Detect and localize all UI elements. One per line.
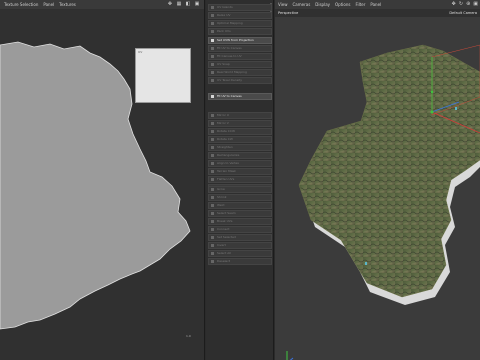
tool-button[interactable]: Fit UV to Canvas	[208, 93, 272, 100]
viewport-menu-cameras[interactable]: Cameras	[293, 2, 311, 7]
grid-icon[interactable]: ▦	[176, 1, 182, 7]
zoom-icon[interactable]: ⊕	[466, 1, 470, 7]
layout-icon[interactable]: ▣	[194, 1, 200, 7]
move-icon[interactable]: ✥	[167, 1, 173, 7]
gizmo-center[interactable]	[430, 110, 434, 114]
tool-button[interactable]: Terrain Mask	[208, 168, 272, 175]
tool-button[interactable]: Break UVs	[208, 218, 272, 225]
tool-button[interactable]: Shrink	[208, 194, 272, 201]
uv-texture-thumbnail: UV	[135, 48, 191, 103]
tool-button[interactable]: Optimal Mapping	[208, 20, 272, 27]
terrain-marker	[365, 262, 367, 265]
tool-button[interactable]: Set Selected	[208, 234, 272, 241]
tool-group-canvas: Fit UV to Canvas	[208, 93, 272, 101]
uv-toolbar: ✥ ▦ ◧ ▣	[167, 1, 200, 7]
tool-button[interactable]: Select All	[208, 250, 272, 257]
tool-button[interactable]: Rotate CW	[208, 136, 272, 143]
tool-button[interactable]: Grow	[208, 186, 272, 193]
tool-button[interactable]: UV Islands	[208, 4, 272, 11]
viewport-nav-icons: ✥ ↻ ⊕ ▣	[452, 1, 478, 7]
uv-canvas[interactable]: UV 1.0	[0, 9, 204, 360]
gizmo-handle[interactable]	[430, 90, 434, 94]
viewport-menubar: View Cameras Display Options Filter Pane…	[275, 0, 480, 9]
tool-group-projection: Set UVW from Projection Fit UV to Canvas F…	[208, 37, 272, 85]
uv-tool-panel: UV Islands Relax UV Optimal Mapping Pack UV…	[206, 0, 274, 360]
tool-button[interactable]: Rotate CCW	[208, 128, 272, 135]
terrain-marker	[455, 107, 457, 110]
view-name: Perspective	[278, 11, 299, 15]
lock-icon[interactable]: ◧	[185, 1, 191, 7]
uv-menu-texture-selection[interactable]: Texture Selection	[4, 2, 38, 7]
tool-group-islands: UV Islands Relax UV Optimal Mapping Pack UV…	[208, 4, 272, 36]
camera-name[interactable]: Default Camera	[449, 11, 477, 15]
uv-editor-panel: Texture Selection Panel Textures ✥ ▦ ◧ ▣…	[0, 0, 205, 360]
tool-button[interactable]: UV Snap	[208, 61, 272, 68]
tool-group-selection: Grow Shrink Weld Select Seam Break UVs Connec…	[208, 186, 272, 266]
tool-button[interactable]: Mirror V	[208, 120, 272, 127]
tool-button[interactable]: Weld	[208, 202, 272, 209]
uv-menu-panel[interactable]: Panel	[43, 2, 54, 7]
tool-button[interactable]: Connect	[208, 226, 272, 233]
uv-menu-textures[interactable]: Textures	[59, 2, 76, 7]
rotate-icon[interactable]: ↻	[459, 1, 463, 7]
viewport-menu-panel[interactable]: Panel	[370, 2, 381, 7]
tool-button[interactable]: Real World Mapping	[208, 69, 272, 76]
uv-thumbnail-label: UV	[138, 50, 143, 54]
viewport-canvas[interactable]	[275, 17, 480, 360]
viewport-menu-options[interactable]: Options	[335, 2, 350, 7]
tool-button[interactable]: Relax UV	[208, 12, 272, 19]
tool-button[interactable]: Set UVW from Projection	[208, 37, 272, 44]
layout-icon[interactable]: ▣	[473, 1, 478, 7]
tool-button[interactable]: Straighten	[208, 144, 272, 151]
tool-button[interactable]: Invert	[208, 242, 272, 249]
tool-button[interactable]: Fit Canvas to UV	[208, 53, 272, 60]
tool-button[interactable]: UV Texel Density	[208, 77, 272, 84]
uv-coordinate-readout: 1.0	[186, 334, 191, 338]
terrain-mesh[interactable]	[275, 17, 480, 360]
viewport-header: Perspective Default Camera	[275, 9, 480, 17]
tool-button[interactable]: Select Seam	[208, 210, 272, 217]
tool-button[interactable]: Align to Vertex	[208, 160, 272, 167]
viewport-menu-view[interactable]: View	[278, 2, 288, 7]
terrain-surface	[298, 44, 480, 298]
viewport-panel: View Cameras Display Options Filter Pane…	[275, 0, 480, 360]
tool-button[interactable]: Mirror U	[208, 112, 272, 119]
axis-orientation-icon	[286, 351, 294, 360]
tool-button[interactable]: Fit UV to Canvas	[208, 45, 272, 52]
tool-group-transform: Mirror U Mirror V Rotate CCW Rotate CW Strai…	[208, 112, 272, 192]
viewport-menu-display[interactable]: Display	[315, 2, 330, 7]
move-icon[interactable]: ✥	[452, 1, 456, 7]
tool-button[interactable]: Rectangularize	[208, 152, 272, 159]
tool-button[interactable]: Deselect	[208, 258, 272, 265]
tool-button[interactable]: Pack UVs	[208, 28, 272, 35]
tool-button[interactable]: Flatten UVs	[208, 176, 272, 183]
viewport-menu-filter[interactable]: Filter	[355, 2, 365, 7]
